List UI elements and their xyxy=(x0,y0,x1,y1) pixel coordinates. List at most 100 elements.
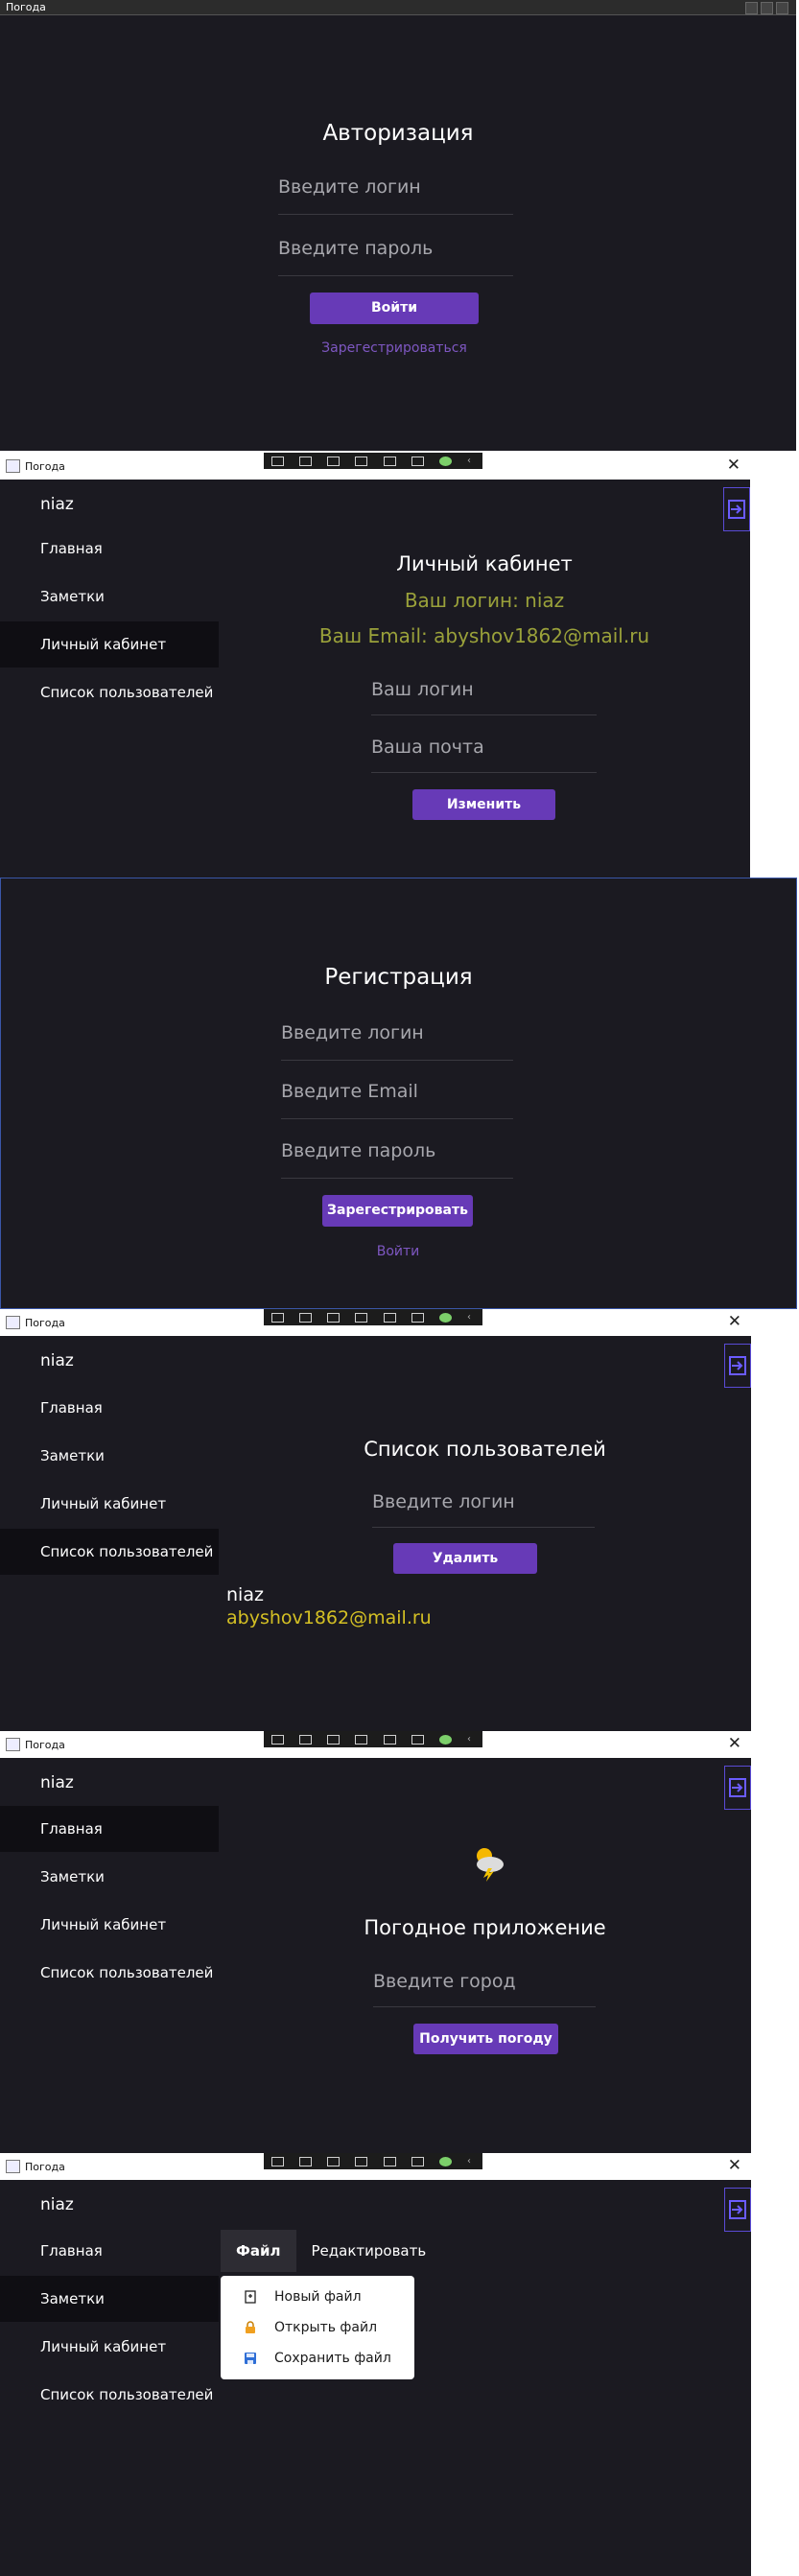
sidebar-item-notes[interactable]: Заметки xyxy=(0,1433,219,1479)
sidebar-item-users[interactable]: Список пользователей xyxy=(0,669,219,715)
notes-menubar: Файл Редактировать xyxy=(221,2230,441,2272)
video-icon[interactable] xyxy=(299,2156,313,2166)
menu-item-label: Новый файл xyxy=(274,2289,362,2305)
menu-item-open-file[interactable]: Открыть файл xyxy=(221,2312,414,2343)
close-icon[interactable]: ✕ xyxy=(728,1312,741,1331)
window-controls xyxy=(745,2,788,14)
sidebar-item-home[interactable]: Главная xyxy=(0,1385,219,1431)
binding-icon[interactable] xyxy=(411,1312,424,1323)
profile-login-input[interactable]: Ваш логин xyxy=(371,679,597,715)
chevron-left-icon[interactable]: ‹ xyxy=(467,2156,475,2166)
check-icon[interactable] xyxy=(438,456,452,466)
save-icon xyxy=(245,2353,256,2364)
window-title: Погода xyxy=(25,1738,65,1751)
logout-button[interactable] xyxy=(724,1344,751,1388)
logout-icon xyxy=(729,1356,746,1375)
change-button[interactable]: Изменить xyxy=(412,789,555,820)
login-button[interactable]: Войти xyxy=(310,293,479,324)
get-weather-button[interactable]: Получить погоду xyxy=(413,2024,558,2054)
logout-button[interactable] xyxy=(724,2188,751,2232)
app-icon xyxy=(6,2160,20,2173)
maximize-icon[interactable] xyxy=(761,2,773,14)
sidebar-item-profile[interactable]: Личный кабинет xyxy=(0,1902,219,1948)
check-icon[interactable] xyxy=(438,1312,452,1323)
debug-toolbar: ‹ xyxy=(264,453,482,469)
delete-button[interactable]: Удалить xyxy=(393,1543,537,1574)
chevron-left-icon[interactable]: ‹ xyxy=(467,1312,475,1323)
layout-icon[interactable] xyxy=(383,1312,396,1323)
menu-edit[interactable]: Редактировать xyxy=(296,2230,442,2272)
register-login-input[interactable]: Введите логин xyxy=(281,1022,513,1061)
login-link[interactable]: Войти xyxy=(301,1244,495,1259)
sidebar-item-home[interactable]: Главная xyxy=(0,2228,219,2274)
binding-icon[interactable] xyxy=(411,1734,424,1745)
layout-icon[interactable] xyxy=(383,456,396,466)
check-icon[interactable] xyxy=(438,1734,452,1745)
close-icon[interactable]: ✕ xyxy=(727,456,740,475)
check-icon[interactable] xyxy=(438,2156,452,2166)
frame-icon[interactable] xyxy=(355,456,368,466)
debug-toolbar: ‹ xyxy=(264,1731,482,1747)
sidebar-item-home[interactable]: Главная xyxy=(0,526,219,572)
sidebar-item-profile[interactable]: Личный кабинет xyxy=(0,621,219,667)
menu-item-label: Сохранить файл xyxy=(274,2351,391,2366)
menu-item-save-file[interactable]: Сохранить файл xyxy=(221,2343,414,2374)
menu-file[interactable]: Файл xyxy=(221,2230,296,2272)
tool-icon[interactable] xyxy=(271,1312,285,1323)
binding-icon[interactable] xyxy=(411,2156,424,2166)
frame-icon[interactable] xyxy=(355,1734,368,1745)
sidebar-item-users[interactable]: Список пользователей xyxy=(0,1950,219,1996)
sidebar-item-users[interactable]: Список пользователей xyxy=(0,2372,219,2418)
tool-icon[interactable] xyxy=(271,1734,285,1745)
menu-item-new-file[interactable]: Новый файл xyxy=(221,2282,414,2312)
sidebar: niaz Главная Заметки Личный кабинет Спис… xyxy=(0,1758,219,2153)
password-input[interactable]: Введите пароль xyxy=(278,238,513,276)
register-password-input[interactable]: Введите пароль xyxy=(281,1140,513,1179)
logout-button[interactable] xyxy=(723,487,750,531)
tool-icon[interactable] xyxy=(271,2156,285,2166)
sidebar-username: niaz xyxy=(40,1351,74,1370)
video-icon[interactable] xyxy=(299,1734,313,1745)
users-heading: Список пользователей xyxy=(364,1438,606,1461)
chevron-left-icon[interactable]: ‹ xyxy=(467,1734,475,1745)
sidebar-item-notes[interactable]: Заметки xyxy=(0,1854,219,1900)
close-icon[interactable]: ✕ xyxy=(728,2156,741,2175)
select-icon[interactable] xyxy=(327,1312,341,1323)
sidebar-item-profile[interactable]: Личный кабинет xyxy=(0,1481,219,1527)
select-icon[interactable] xyxy=(327,2156,341,2166)
binding-icon[interactable] xyxy=(411,456,424,466)
register-button[interactable]: Зарегестрировать xyxy=(322,1195,473,1227)
layout-icon[interactable] xyxy=(383,2156,396,2166)
login-heading: Авторизация xyxy=(322,121,474,146)
close-icon[interactable] xyxy=(776,2,788,14)
sidebar-item-notes[interactable]: Заметки xyxy=(0,2276,219,2322)
close-icon[interactable]: ✕ xyxy=(728,1734,741,1753)
register-email-input[interactable]: Введите Email xyxy=(281,1081,513,1119)
sidebar-item-profile[interactable]: Личный кабинет xyxy=(0,2324,219,2370)
users-login-input[interactable]: Введите логин xyxy=(372,1491,595,1528)
chevron-left-icon[interactable]: ‹ xyxy=(467,456,475,466)
weather-window: Погода ‹ ✕ niaz Главная Заметки Личный к… xyxy=(0,1731,751,2153)
profile-email-input[interactable]: Ваша почта xyxy=(371,737,597,773)
tool-icon[interactable] xyxy=(271,456,285,466)
layout-icon[interactable] xyxy=(383,1734,396,1745)
register-link[interactable]: Зарегестрироваться xyxy=(297,340,491,356)
select-icon[interactable] xyxy=(327,1734,341,1745)
frame-icon[interactable] xyxy=(355,2156,368,2166)
sidebar-item-home[interactable]: Главная xyxy=(0,1806,219,1852)
profile-heading: Личный кабинет xyxy=(396,552,573,575)
minimize-icon[interactable] xyxy=(745,2,758,14)
file-menu-dropdown: Новый файл Открыть файл Сохранить файл xyxy=(221,2276,414,2379)
video-icon[interactable] xyxy=(299,456,313,466)
app-icon xyxy=(6,1738,20,1751)
city-input[interactable]: Введите город xyxy=(373,1971,596,2007)
logout-button[interactable] xyxy=(724,1766,751,1810)
video-icon[interactable] xyxy=(299,1312,313,1323)
frame-icon[interactable] xyxy=(355,1312,368,1323)
sidebar-item-users[interactable]: Список пользователей xyxy=(0,1529,219,1575)
sidebar-item-notes[interactable]: Заметки xyxy=(0,574,219,620)
sidebar: niaz Главная Заметки Личный кабинет Спис… xyxy=(0,480,219,878)
select-icon[interactable] xyxy=(327,456,341,466)
login-input[interactable]: Введите логин xyxy=(278,176,513,215)
window-title: Погода xyxy=(6,1,46,13)
